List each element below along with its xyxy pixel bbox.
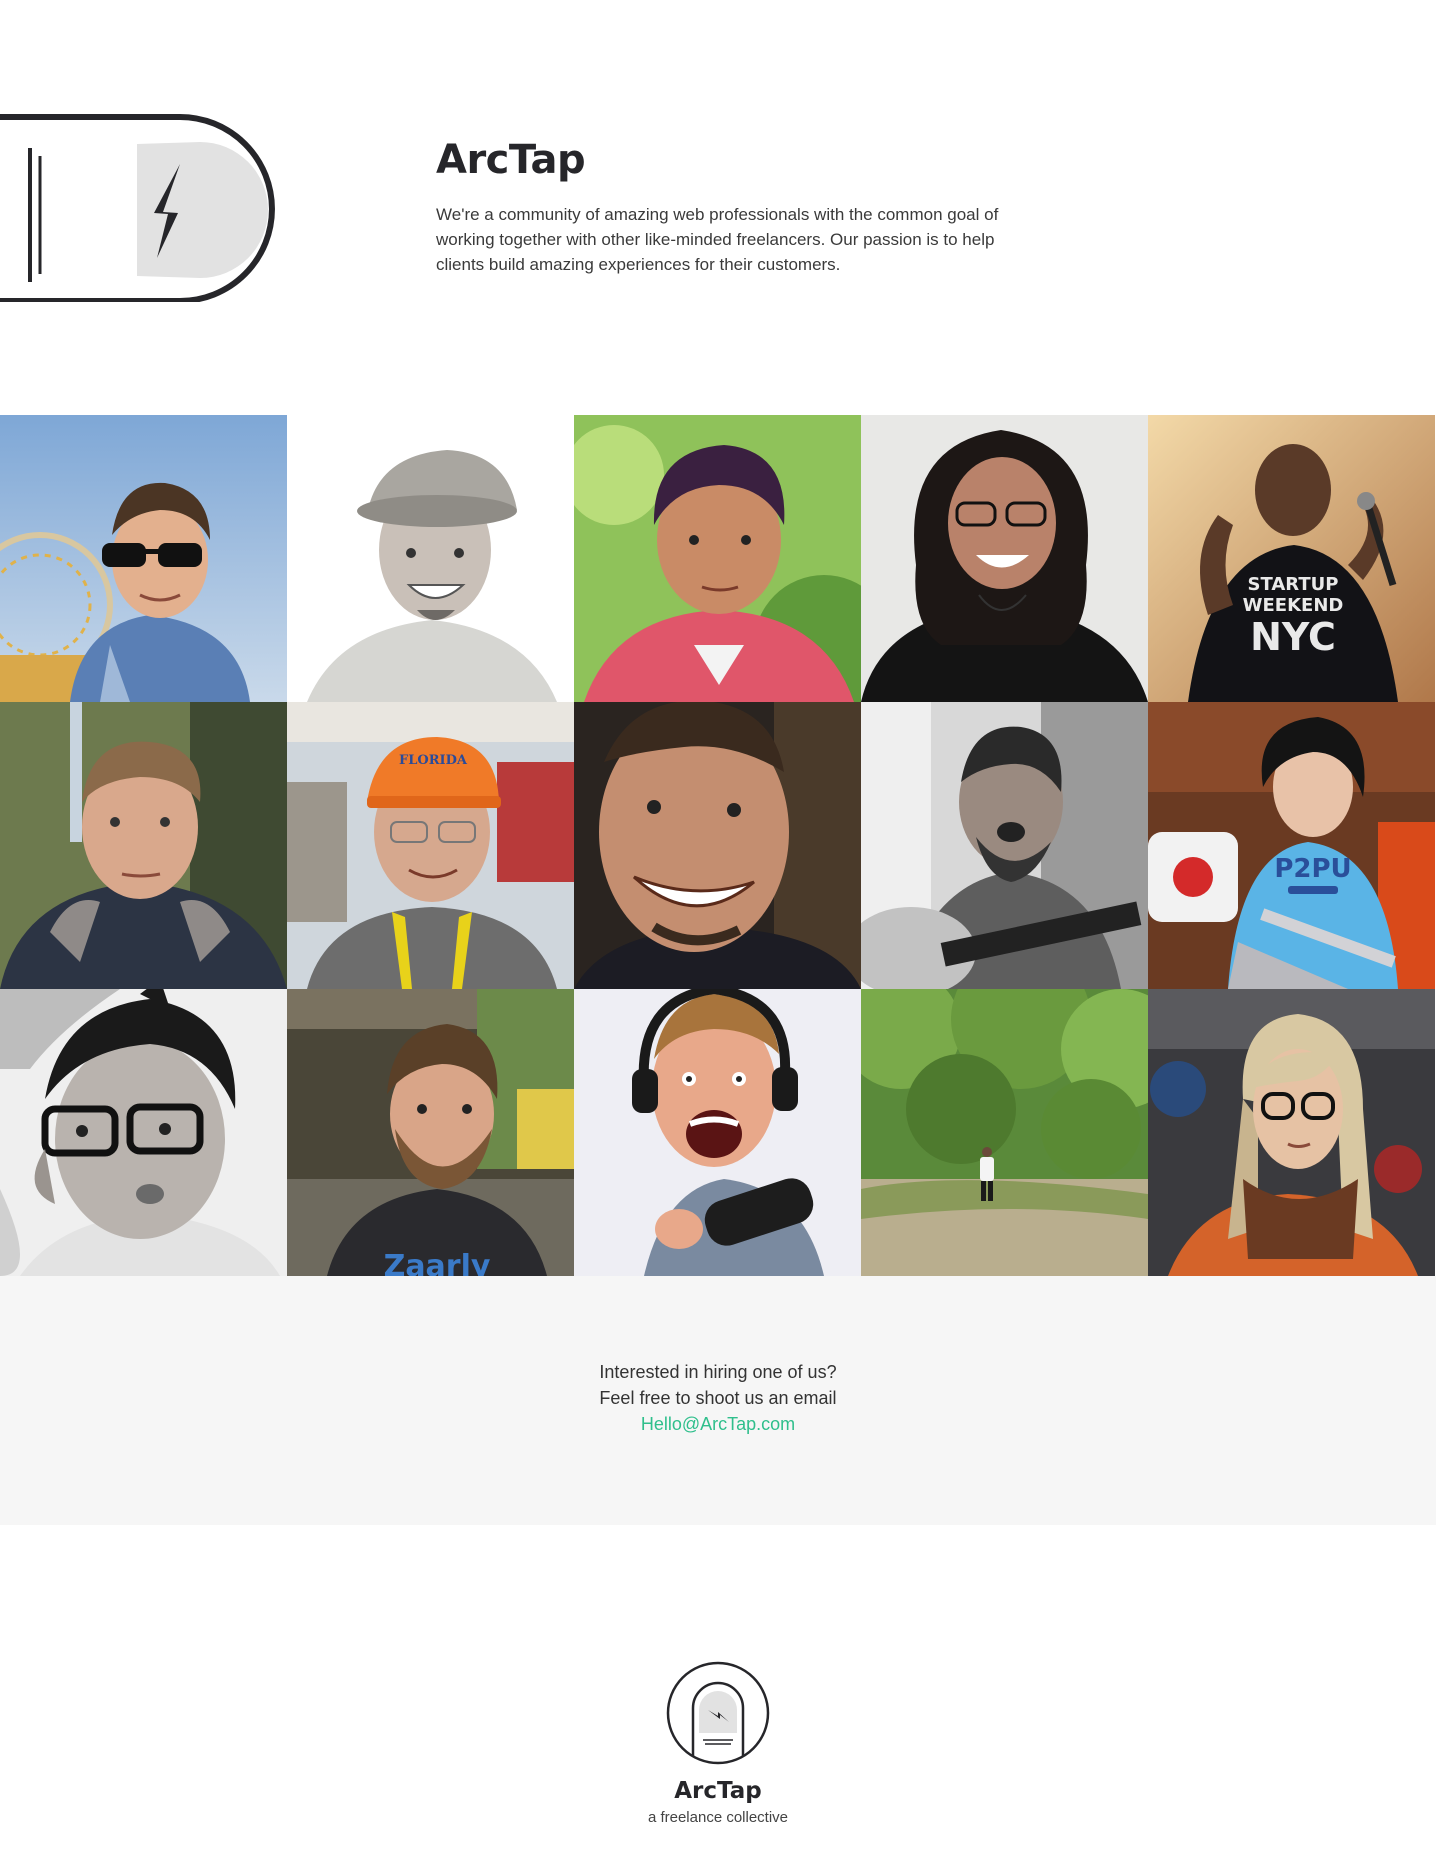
contact-line-1: Interested in hiring one of us? <box>599 1362 837 1382</box>
shirt-text-p2pu: P2PU <box>1274 854 1351 884</box>
hero-title: ArcTap <box>436 137 586 183</box>
hero-description: We're a community of amazing web profess… <box>436 205 999 274</box>
team-member-photo[interactable]: Zaarly <box>287 989 574 1276</box>
team-grid: STARTUP WEEKEND NYC FLORIDA P2PU Zaarly <box>0 415 1436 1276</box>
footer: ArcTap a freelance collective <box>0 1660 1436 1828</box>
team-member-photo[interactable] <box>0 702 287 989</box>
team-member-photo[interactable] <box>0 989 287 1276</box>
footer-logo-icon <box>666 1661 770 1765</box>
team-member-photo[interactable]: FLORIDA <box>287 702 574 989</box>
team-member-photo[interactable] <box>287 415 574 702</box>
contact-email-link[interactable]: Hello@ArcTap.com <box>641 1414 795 1434</box>
contact-section: Interested in hiring one of us? Feel fre… <box>0 1276 1436 1525</box>
hero-section: ArcTap We're a community of amazing web … <box>436 136 1036 277</box>
team-member-photo[interactable]: STARTUP WEEKEND NYC <box>1148 415 1435 702</box>
team-member-photo[interactable] <box>574 415 861 702</box>
arctap-logo-icon <box>0 114 275 302</box>
contact-line-2: Feel free to shoot us an email <box>599 1388 837 1408</box>
page: ArcTap We're a community of amazing web … <box>0 0 1436 1869</box>
shirt-text-nyc: NYC <box>1250 615 1336 659</box>
team-member-photo[interactable] <box>0 415 287 702</box>
footer-tagline: a freelance collective <box>647 1809 789 1826</box>
shirt-text-weekend: WEEKEND <box>1243 595 1344 616</box>
team-member-photo[interactable] <box>574 989 861 1276</box>
team-member-photo[interactable] <box>861 702 1148 989</box>
footer-title: ArcTap <box>674 1778 762 1804</box>
shirt-text-startup: STARTUP <box>1248 574 1339 595</box>
shirt-text-zaarly: Zaarly <box>384 1249 491 1276</box>
team-member-photo[interactable] <box>861 415 1148 702</box>
team-member-photo[interactable] <box>574 702 861 989</box>
team-member-photo[interactable] <box>861 989 1148 1276</box>
team-member-photo[interactable] <box>1148 989 1435 1276</box>
cap-text-florida: FLORIDA <box>399 753 468 768</box>
team-member-photo[interactable]: P2PU <box>1148 702 1435 989</box>
